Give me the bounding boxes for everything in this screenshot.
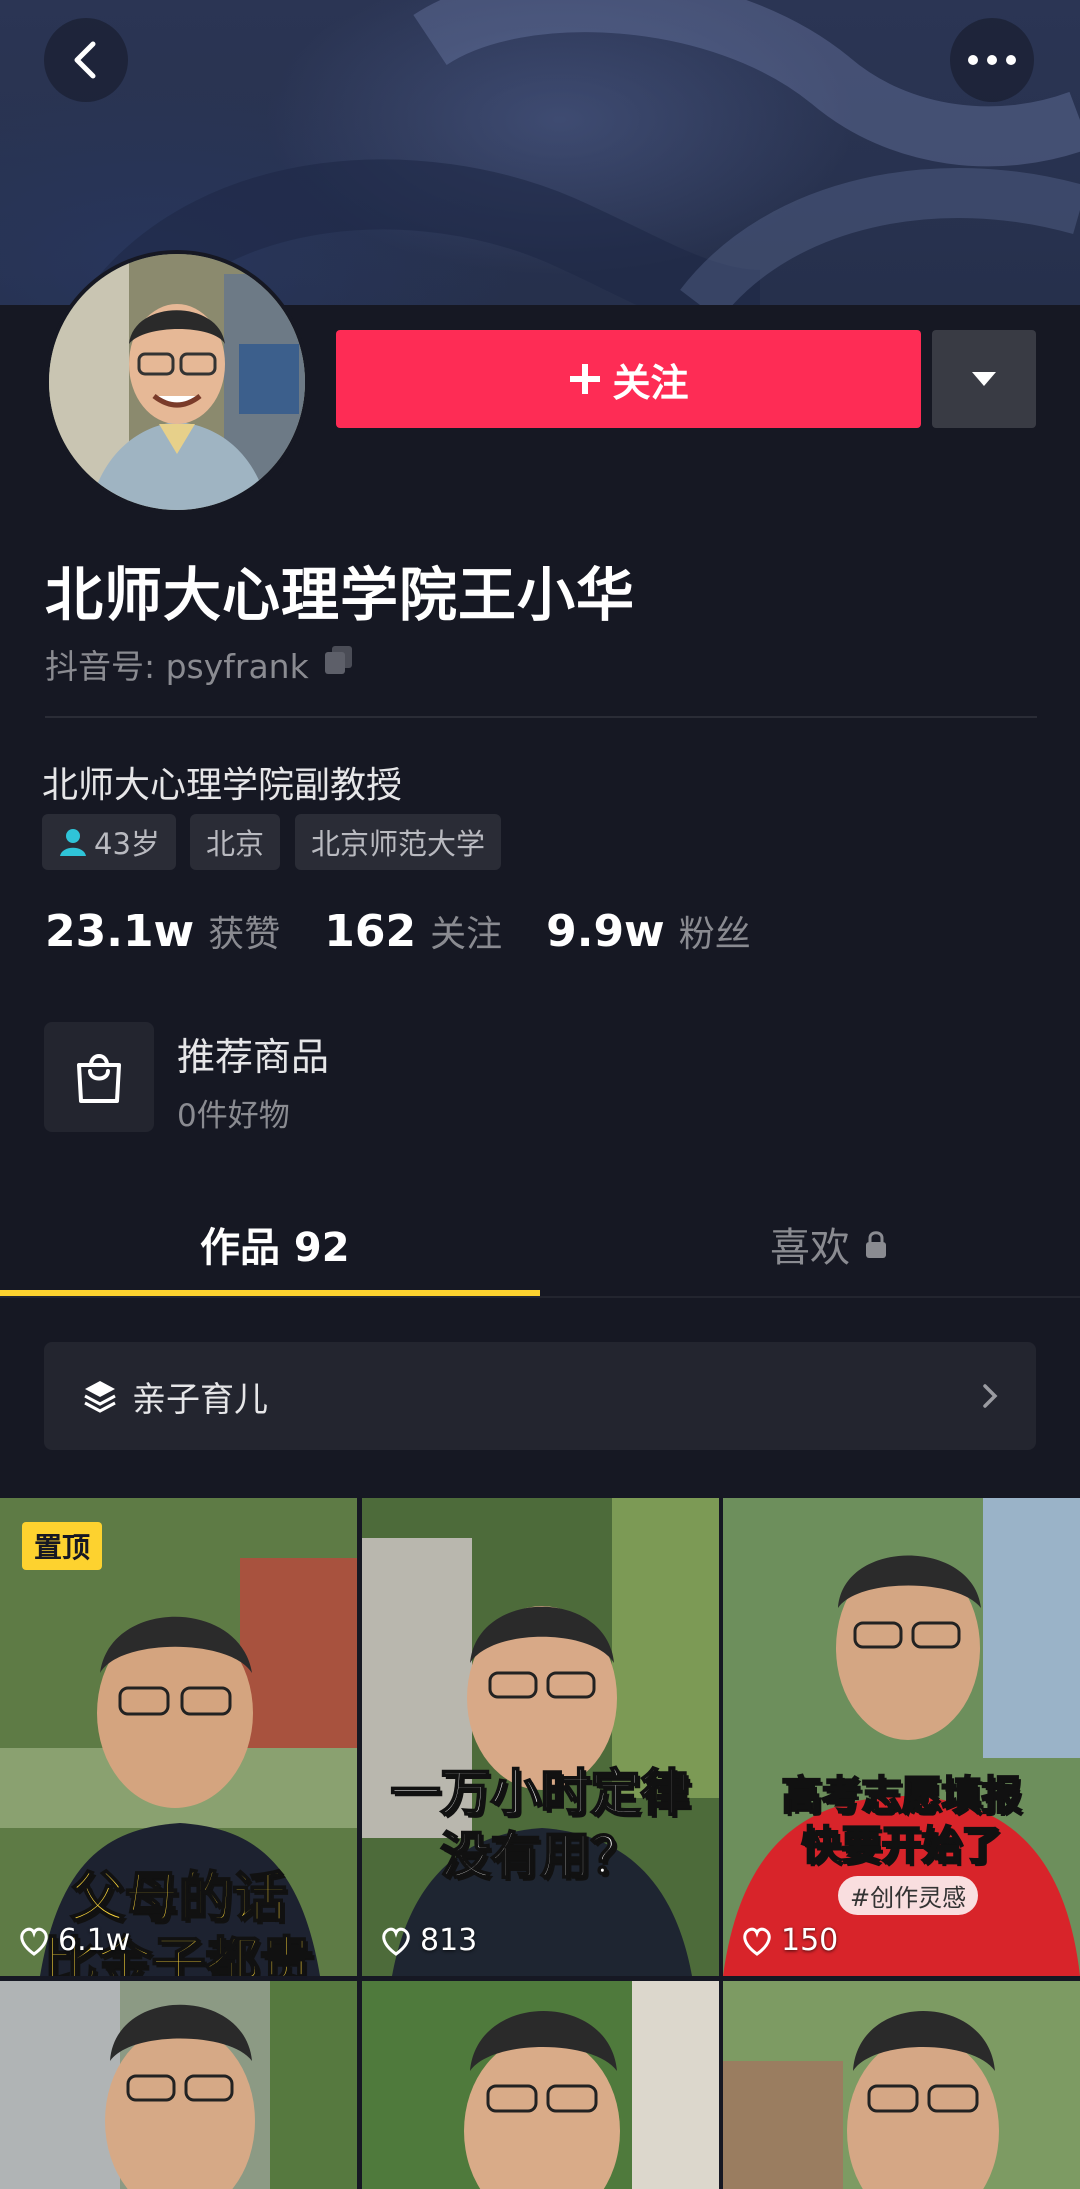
layers-icon [84, 1381, 116, 1413]
following-label: 关注 [430, 914, 503, 955]
person-icon [60, 829, 86, 856]
heart-icon [382, 1927, 410, 1956]
video-thumbnail-image [0, 1981, 357, 2189]
tag-school: 北京师范大学 [295, 814, 502, 870]
avatar[interactable] [45, 250, 309, 514]
followers-label: 粉丝 [678, 914, 751, 955]
heart-icon [743, 1927, 771, 1956]
plus-icon [570, 364, 601, 394]
collection-label: 亲子育儿 [132, 1379, 268, 1420]
hashtag-chip: #创作灵感 [838, 1876, 979, 1915]
followers-count[interactable]: 9.9w [546, 906, 665, 957]
collection-entry[interactable]: 亲子育儿 [44, 1342, 1036, 1450]
likes-count[interactable]: 23.1w [45, 906, 194, 957]
follow-button[interactable]: 关注 [336, 330, 921, 428]
tab-divider [0, 1296, 1080, 1298]
pinned-badge: 置顶 [22, 1522, 103, 1570]
lock-icon [866, 1231, 886, 1258]
chevron-left-icon [74, 41, 96, 79]
tag-location: 北京 [190, 814, 281, 870]
following-count[interactable]: 162 [324, 906, 416, 957]
avatar-photo [49, 254, 305, 510]
tab-likes[interactable]: 喜欢 [770, 1215, 888, 1273]
video-thumbnail-2[interactable]: 一万小时定律 没有用？ 813 [362, 1498, 719, 1976]
douyin-id: 抖音号: psyfrank [45, 640, 355, 688]
shop-subtitle: 0件好物 [177, 1098, 290, 1134]
profile-stats: 23.1w 获赞 162 关注 9.9w 粉丝 [45, 905, 795, 957]
video-thumbnail-6[interactable] [723, 1981, 1080, 2189]
video-thumbnail-image [723, 1981, 1080, 2189]
likes-label: 获赞 [208, 914, 281, 955]
more-button[interactable] [950, 18, 1034, 102]
video-caption-line: 快要开始了 [801, 1822, 1003, 1870]
tag-age: 43岁 [42, 814, 176, 870]
shop-title[interactable]: 推荐商品 [177, 1026, 329, 1081]
tab-works[interactable]: 作品 92 [200, 1215, 350, 1273]
video-thumbnail-3[interactable]: 高考志愿填报 快要开始了 #创作灵感 150 [723, 1498, 1080, 1976]
bio: 北师大心理学院副教授 [42, 765, 403, 806]
douyin-id-text: 抖音号: psyfrank [45, 647, 309, 686]
shop-entry[interactable] [44, 1022, 154, 1132]
video-thumbnail-5[interactable] [362, 1981, 719, 2189]
video-thumbnail-image [362, 1981, 719, 2189]
copy-icon[interactable] [323, 644, 355, 684]
video-thumbnail-image [362, 1498, 719, 1976]
video-grid: 置顶 父母的话 比金子都贵 6.1w 一万小时定律 没有用？ 813 高考志愿填… [0, 1498, 1080, 2189]
video-thumbnail-1[interactable]: 置顶 父母的话 比金子都贵 6.1w [0, 1498, 357, 1976]
video-caption-line: 一万小时定律 [390, 1763, 692, 1823]
profile-name: 北师大心理学院王小华 [45, 561, 636, 629]
video-thumbnail-4[interactable] [0, 1981, 357, 2189]
shopping-bag-icon [77, 1054, 121, 1103]
caret-down-icon [972, 372, 996, 386]
video-like-count: 813 [380, 1923, 477, 1958]
recommend-dropdown-button[interactable] [932, 330, 1036, 428]
video-like-count: 150 [741, 1923, 838, 1958]
heart-icon [20, 1927, 48, 1956]
more-dots-icon [968, 55, 1016, 65]
video-caption-line: 没有用？ [440, 1826, 642, 1886]
video-like-count: 6.1w [18, 1923, 130, 1958]
back-button[interactable] [44, 18, 128, 102]
follow-label: 关注 [612, 360, 689, 405]
chevron-right-icon [983, 1384, 998, 1408]
divider [45, 716, 1037, 718]
